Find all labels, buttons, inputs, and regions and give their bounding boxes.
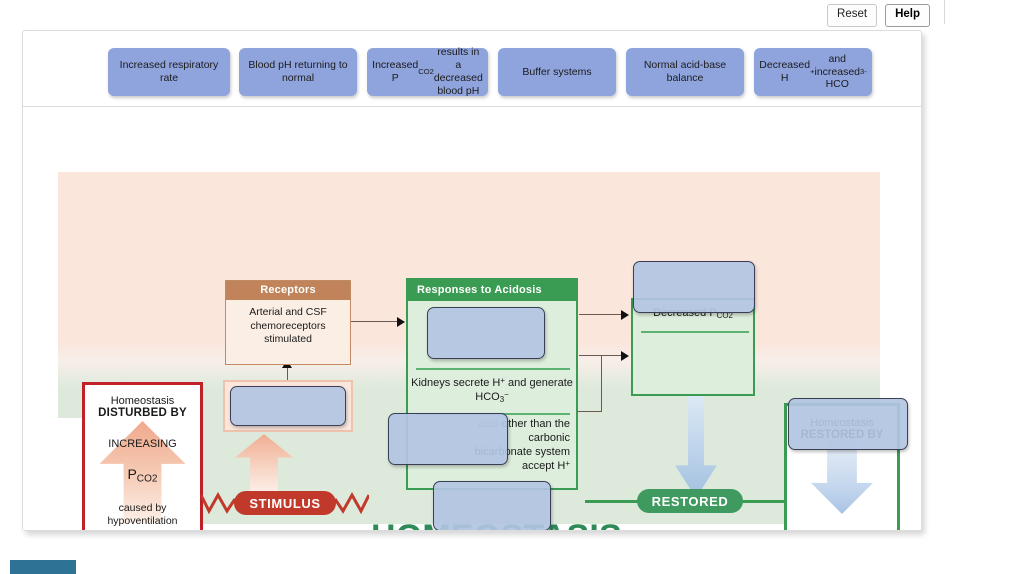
bottom-status-bar [10, 560, 76, 574]
connector-responses-to-decreased-2 [579, 355, 627, 356]
dropzone-left[interactable] [230, 386, 346, 426]
toolbar-divider [944, 0, 945, 24]
connector-vertical [601, 355, 602, 412]
disturbed-line-3: INCREASING [108, 438, 177, 450]
connector-responses-to-decreased [579, 314, 627, 315]
zigzag-right [333, 491, 369, 515]
receptors-box: Receptors Arterial and CSF chemoreceptor… [225, 280, 351, 365]
disturbed-line-1: Homeostasis [110, 395, 175, 407]
connector-receptors-to-responses [351, 321, 399, 322]
answer-tile-2[interactable]: Blood pH returning to normal [239, 48, 357, 96]
help-button[interactable]: Help [885, 4, 930, 27]
stimulus-pill: STIMULUS [234, 491, 336, 515]
answer-tile-4[interactable]: Buffer systems [498, 48, 616, 96]
answer-tile-3[interactable]: Increased P CO2 results in a decreased bl… [367, 46, 488, 97]
answer-tile-5[interactable]: Normal acid-base balance [626, 48, 744, 96]
diagram-canvas: HOMEOSTASIS Receptors Arterial and CSF c… [23, 108, 921, 530]
receptors-body: Arterial and CSF chemoreceptors stimulat… [249, 306, 327, 346]
arrowhead-decreased-1 [621, 310, 629, 320]
restored-pill: RESTORED [637, 489, 743, 513]
arrowhead-responses [397, 317, 405, 327]
blue-down-arrow-small [811, 440, 873, 514]
dropzone-responses-3[interactable] [388, 413, 508, 465]
responses-row-2: Kidneys secrete H+ and generate HCO3− [411, 376, 573, 405]
dropzone-decreased[interactable] [633, 261, 755, 313]
answer-tile-1[interactable]: Increased respiratory rate [108, 48, 230, 96]
disturbed-box: Homeostasis DISTURBED BY INCREASING PCO2… [82, 382, 203, 530]
arrowhead-decreased-2 [621, 351, 629, 361]
decreased-divider [641, 331, 749, 333]
dropzone-responses-1[interactable] [427, 307, 545, 359]
restored-line-left [585, 500, 641, 503]
top-toolbar: Reset Help [0, 4, 944, 27]
disturbed-line-5: caused by hypoventilation [107, 501, 178, 527]
receptors-header: Receptors [226, 281, 350, 300]
responses-header: Responses to Acidosis [408, 280, 576, 301]
zigzag-left [201, 491, 237, 515]
reset-button[interactable]: Reset [827, 4, 878, 27]
dropzone-restored[interactable] [788, 398, 908, 450]
answer-tile-6[interactable]: Decreased H + and increased HCO 3- [754, 48, 872, 96]
dropzone-bottom[interactable] [433, 481, 551, 530]
disturbed-line-4: PCO2 [127, 466, 158, 485]
exercise-panel: Increased respiratory rate Blood pH retu… [22, 30, 922, 531]
responses-divider-1 [416, 368, 570, 370]
disturbed-line-2: DISTURBED BY [98, 407, 187, 419]
answer-tile-tray: Increased respiratory rate Blood pH retu… [23, 31, 921, 107]
